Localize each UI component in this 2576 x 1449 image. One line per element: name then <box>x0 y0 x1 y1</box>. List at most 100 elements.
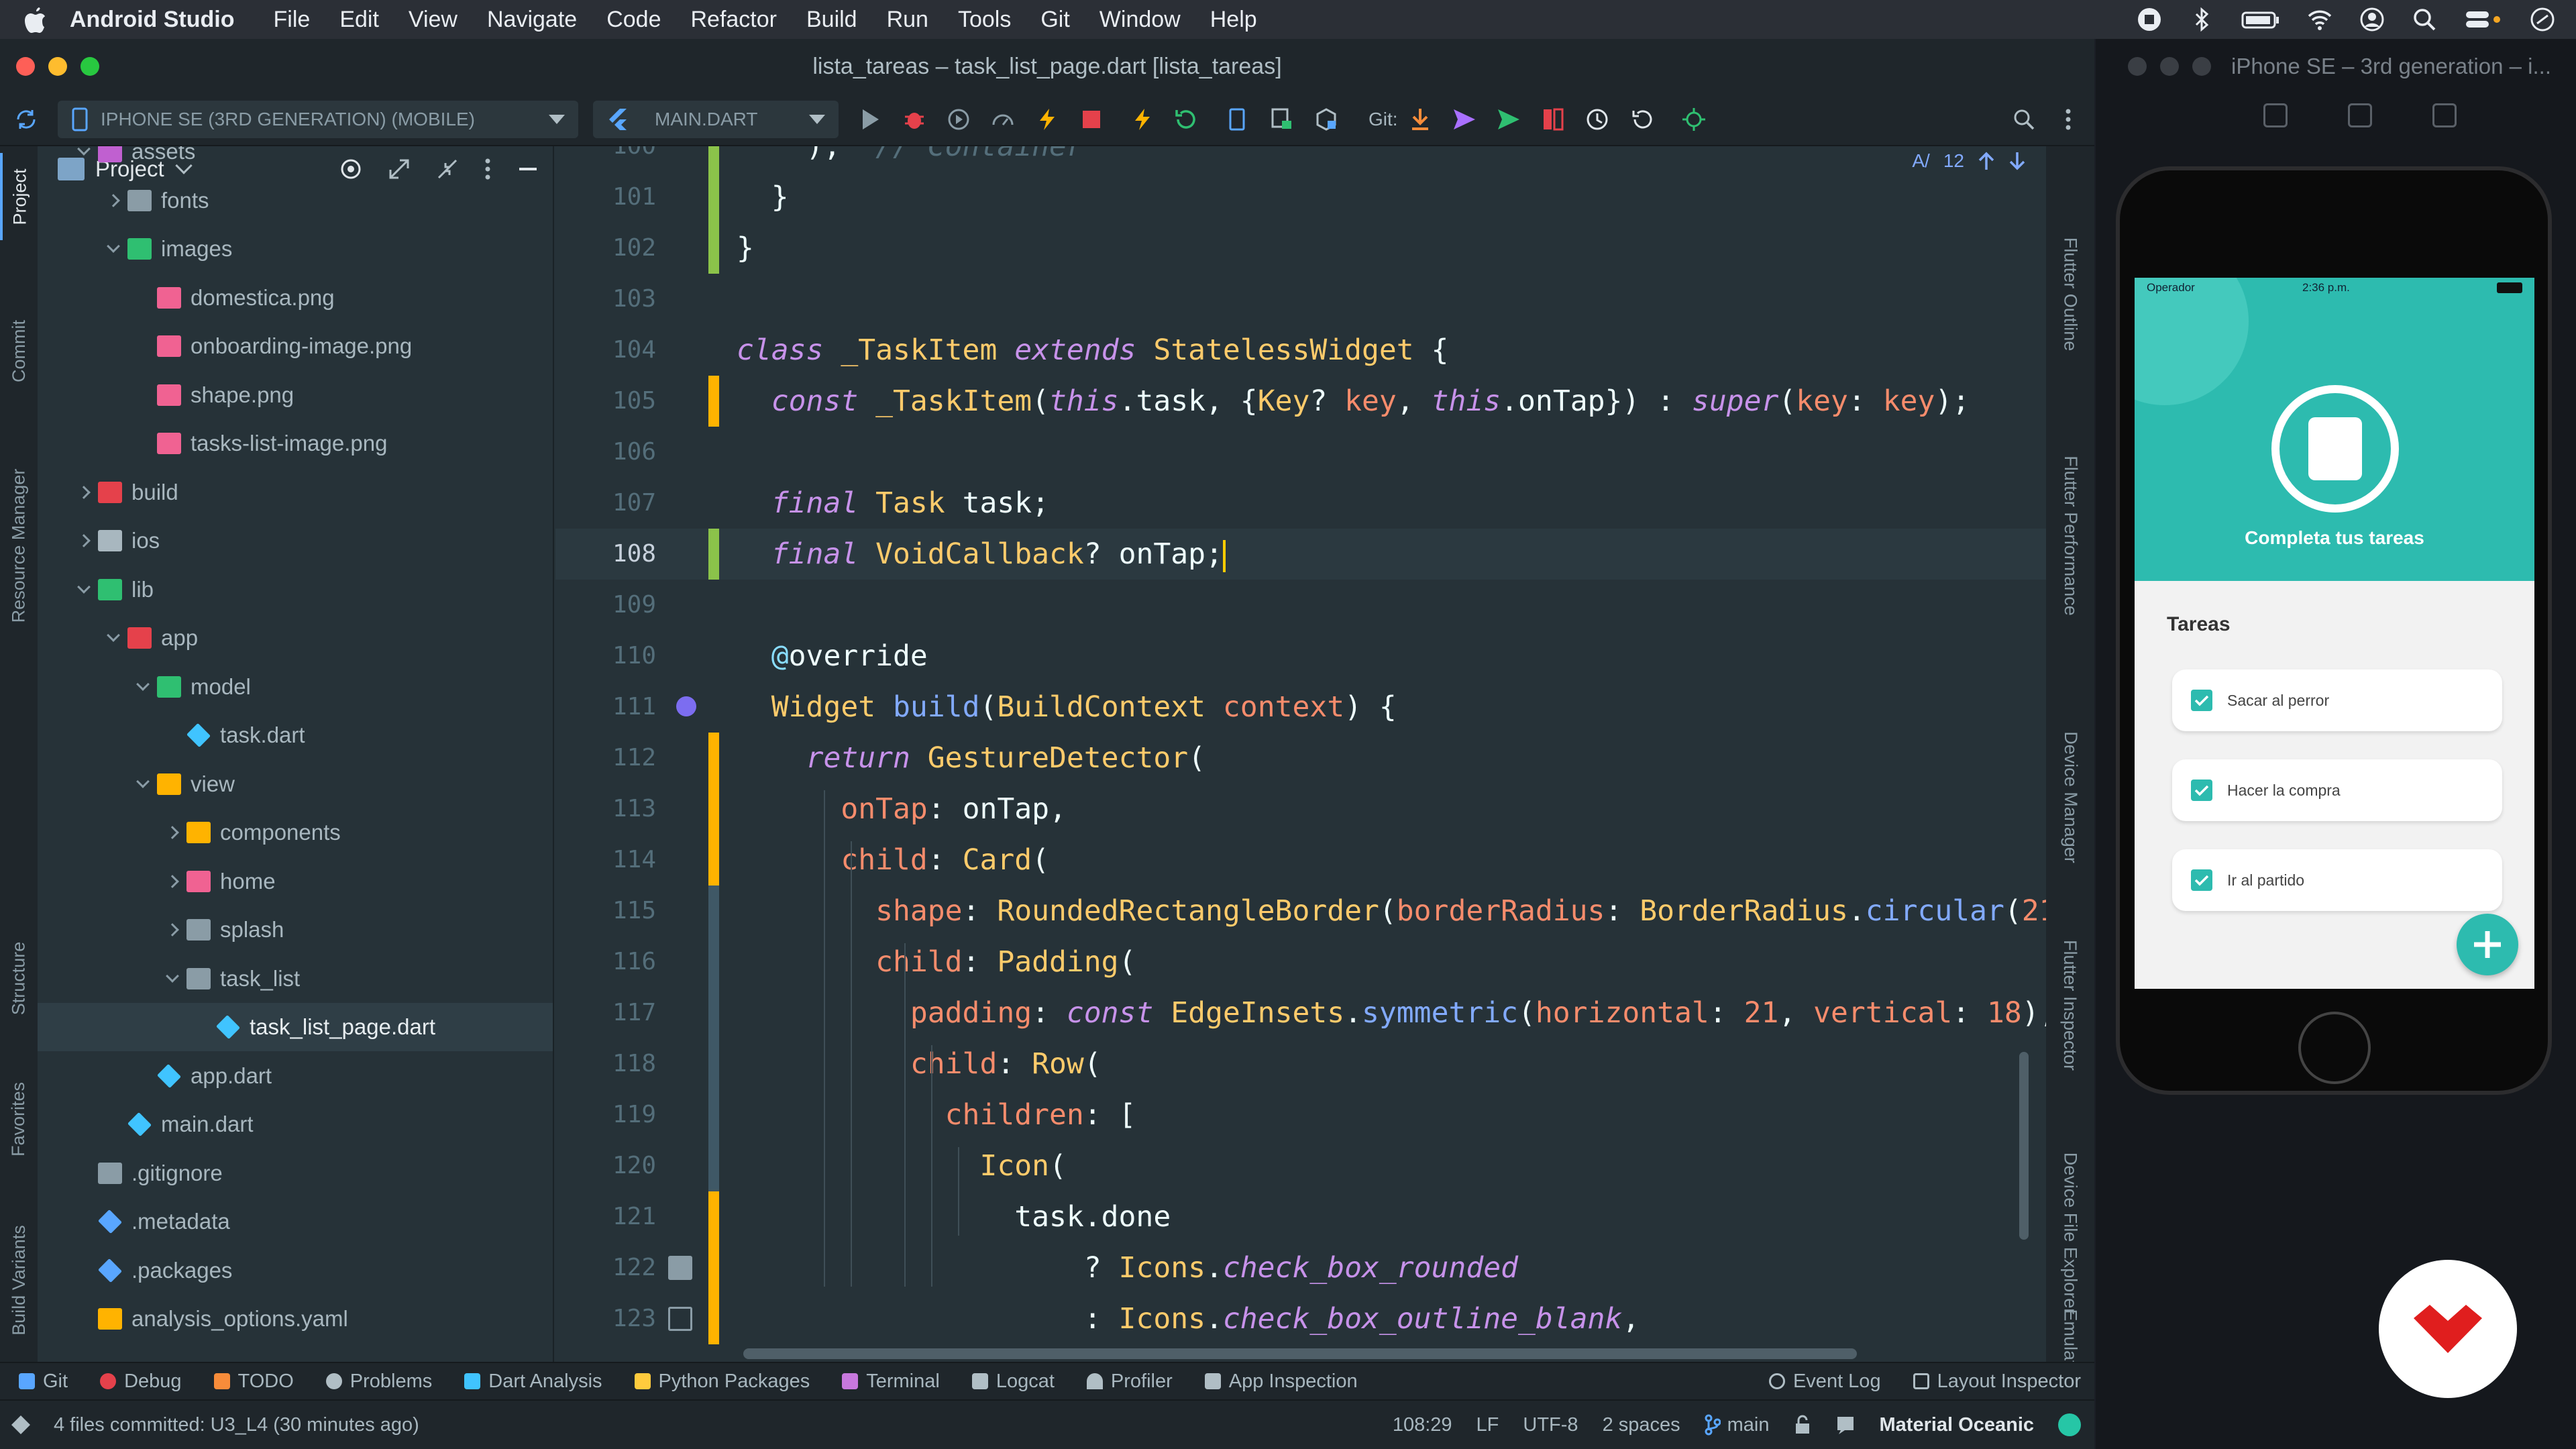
code-line[interactable]: : Icons.check_box_outline_blank, <box>737 1293 1640 1344</box>
vcs-change-marker[interactable] <box>708 784 719 835</box>
theme-name[interactable]: Material Oceanic <box>1880 1414 2035 1436</box>
next-highlight-icon[interactable] <box>2008 151 2026 171</box>
line-separator[interactable]: LF <box>1477 1414 1499 1436</box>
vcs-change-marker[interactable] <box>708 1140 719 1191</box>
tree-item[interactable]: fonts <box>38 176 553 225</box>
tool-profiler[interactable]: Profiler <box>1086 1371 1173 1393</box>
sdk-manager-icon[interactable] <box>1312 105 1340 133</box>
home-icon[interactable] <box>2263 103 2288 127</box>
code-line[interactable]: } <box>737 223 754 274</box>
run-icon[interactable] <box>856 105 884 133</box>
bluetooth-icon[interactable] <box>2188 6 2215 33</box>
caret-position[interactable]: 108:29 <box>1393 1414 1452 1436</box>
tree-item[interactable]: onboarding-image.png <box>38 322 553 370</box>
line-number[interactable]: 101 <box>555 172 656 223</box>
more-actions-icon[interactable] <box>2054 105 2082 133</box>
code-line[interactable]: } <box>737 172 789 223</box>
line-number[interactable]: 102 <box>555 223 656 274</box>
menu-view[interactable]: View <box>409 7 458 33</box>
code-line[interactable]: onTap: onTap, <box>737 784 1067 835</box>
code-line[interactable]: @override <box>737 631 928 682</box>
code-line[interactable]: task.done <box>737 1191 1171 1242</box>
task-item[interactable]: Ir al partido <box>2172 849 2502 911</box>
prev-highlight-icon[interactable] <box>1978 151 1995 171</box>
chevron-right-icon[interactable] <box>74 482 94 502</box>
tool-layout-inspector[interactable]: Layout Inspector <box>1913 1371 2081 1393</box>
menu-file[interactable]: File <box>274 7 311 33</box>
inspection-widget[interactable]: A/ 12 <box>1912 150 2026 172</box>
line-number[interactable]: 110 <box>555 631 656 682</box>
tree-item[interactable]: view <box>38 760 553 808</box>
tool-tab-resource-manager[interactable]: Resource Manager <box>0 455 38 636</box>
device-manager-icon[interactable] <box>1268 105 1296 133</box>
siri-icon[interactable] <box>2529 6 2556 33</box>
tool-tab-structure[interactable]: Structure <box>0 918 38 1038</box>
tool-tab-project[interactable]: Project <box>0 153 38 240</box>
tool-tab-flutter-inspector[interactable]: Flutter Inspector <box>2046 904 2094 1106</box>
checkbox-blank-gutter-icon[interactable] <box>668 1307 692 1331</box>
user-account-icon[interactable] <box>2359 6 2385 33</box>
tool-event-log[interactable]: Event Log <box>1768 1371 1881 1393</box>
tool-tab-commit[interactable]: Commit <box>0 301 38 401</box>
tool-problems[interactable]: Problems <box>325 1371 432 1393</box>
tree-item[interactable]: shape.png <box>38 371 553 419</box>
chevron-right-icon[interactable] <box>162 920 182 940</box>
tree-item[interactable]: task_list <box>38 955 553 1003</box>
code-line[interactable]: const _TaskItem(this.task, {Key? key, th… <box>737 376 1970 427</box>
line-number[interactable]: 115 <box>555 885 656 936</box>
chevron-down-icon[interactable] <box>162 969 182 989</box>
chevron-right-icon[interactable] <box>74 531 94 551</box>
vcs-change-marker[interactable] <box>708 987 719 1038</box>
simulator-minimize-button[interactable] <box>2160 57 2179 76</box>
tree-item[interactable]: task.dart <box>38 711 553 759</box>
tree-item[interactable]: home <box>38 857 553 906</box>
menu-window[interactable]: Window <box>1099 7 1181 33</box>
git-branch-widget[interactable]: main <box>1705 1414 1770 1436</box>
git-history-icon[interactable] <box>1583 105 1611 133</box>
chevron-down-icon[interactable] <box>103 628 123 648</box>
chevron-down-icon[interactable] <box>103 239 123 259</box>
wifi-icon[interactable] <box>2306 6 2333 33</box>
run-with-coverage-icon[interactable] <box>945 105 973 133</box>
line-number[interactable]: 122 <box>555 1242 656 1293</box>
control-center-icon[interactable] <box>2463 6 2504 33</box>
line-number[interactable]: 123 <box>555 1293 656 1344</box>
menu-tools[interactable]: Tools <box>958 7 1011 33</box>
hot-reload-icon[interactable] <box>1033 105 1061 133</box>
vcs-change-marker[interactable] <box>708 1293 719 1344</box>
tree-item[interactable]: assets <box>38 146 553 176</box>
task-item[interactable]: Sacar al perror <box>2172 669 2502 731</box>
line-number[interactable]: 114 <box>555 835 656 885</box>
tool-tab-favorites[interactable]: Favorites <box>0 1065 38 1173</box>
rotate-icon[interactable] <box>2432 103 2457 127</box>
line-number[interactable]: 116 <box>555 936 656 987</box>
tool-git[interactable]: Git <box>19 1371 68 1393</box>
tool-todo[interactable]: TODO <box>213 1371 294 1393</box>
tree-item[interactable]: app.dart <box>38 1052 553 1100</box>
line-number[interactable]: 103 <box>555 274 656 325</box>
chevron-right-icon[interactable] <box>162 822 182 843</box>
line-number[interactable]: 111 <box>555 682 656 733</box>
code-line[interactable]: ); // Container <box>737 146 1084 172</box>
tool-tab-device-manager[interactable]: Device Manager <box>2046 703 2094 891</box>
vcs-change-marker[interactable] <box>708 733 719 784</box>
file-encoding[interactable]: UTF-8 <box>1523 1414 1578 1436</box>
run-config-selector[interactable]: MAIN.DART <box>593 101 839 138</box>
vcs-change-marker[interactable] <box>708 1242 719 1293</box>
task-item[interactable]: Hacer la compra <box>2172 759 2502 821</box>
device-selector[interactable]: IPHONE SE (3RD GENERATION) (MOBILE) <box>58 101 578 138</box>
vcs-change-marker[interactable] <box>708 885 719 936</box>
line-number[interactable]: 109 <box>555 580 656 631</box>
vcs-change-marker[interactable] <box>708 146 719 172</box>
tree-item[interactable]: .packages <box>38 1246 553 1295</box>
tree-item[interactable]: splash <box>38 906 553 954</box>
vcs-change-marker[interactable] <box>708 1038 719 1089</box>
tool-tab-flutter-outline[interactable]: Flutter Outline <box>2046 200 2094 388</box>
screenshot-icon[interactable] <box>2348 103 2372 127</box>
profile-icon[interactable] <box>989 105 1017 133</box>
tree-item[interactable]: lib <box>38 566 553 614</box>
vcs-change-marker[interactable] <box>708 376 719 427</box>
line-number[interactable]: 108 <box>555 529 656 580</box>
stop-icon[interactable] <box>1077 105 1106 133</box>
tree-item[interactable]: ios <box>38 517 553 565</box>
